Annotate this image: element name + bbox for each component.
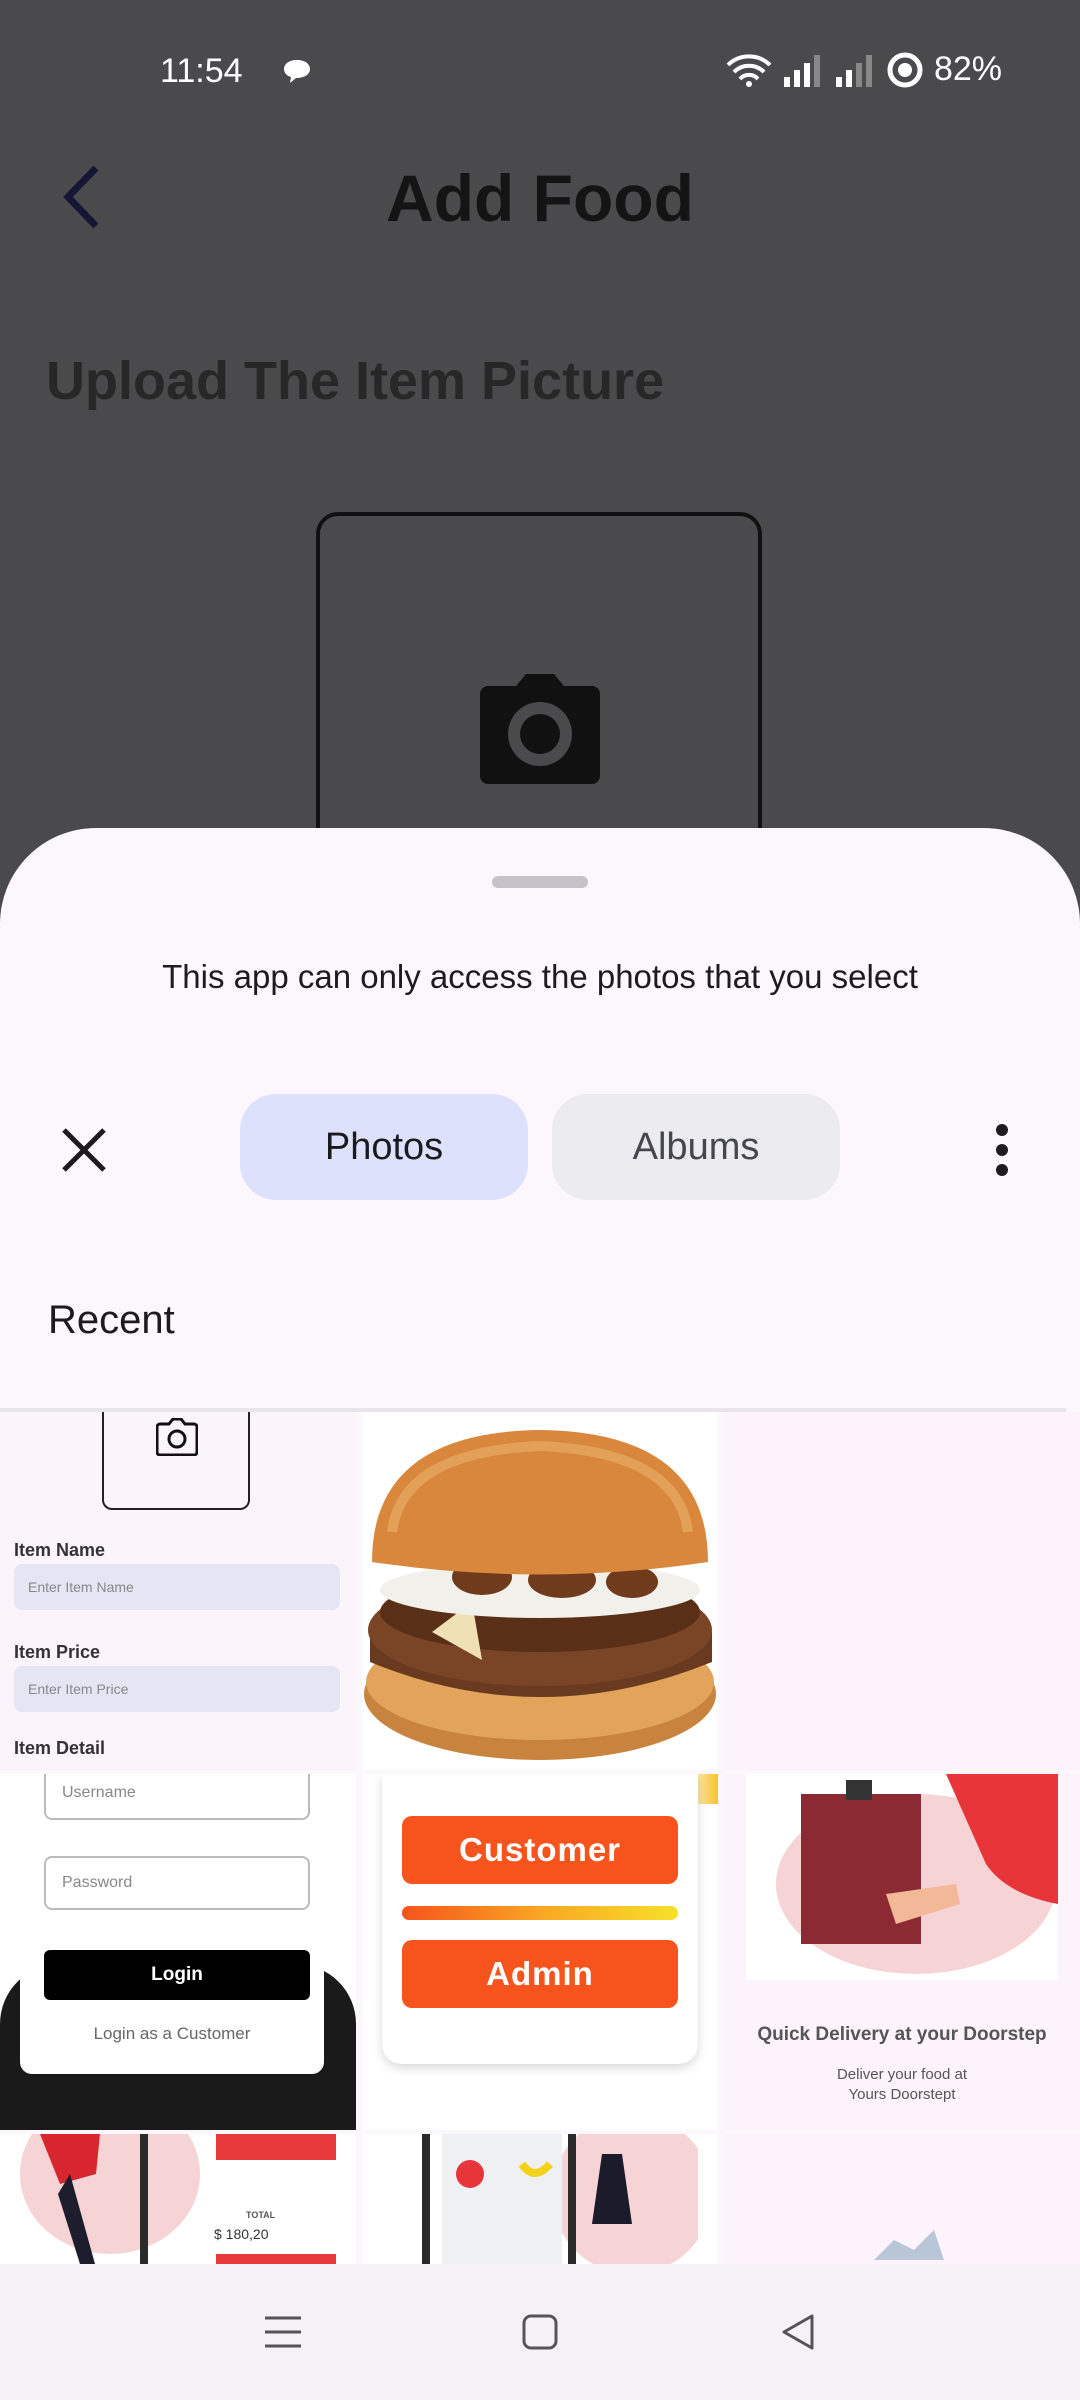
password-field: Password [44, 1856, 310, 1910]
wifi-icon [726, 53, 772, 87]
photo-thumbnail-blank[interactable] [724, 1412, 1080, 1770]
status-right: 82% [726, 50, 1002, 89]
photo-thumbnail-products[interactable] [362, 2134, 718, 2264]
photo-thumbnail-delivery[interactable]: Quick Delivery at your Doorstep Deliver … [724, 1774, 1080, 2130]
customer-login-link: Login as a Customer [93, 2024, 251, 2043]
photo-thumbnail-burger[interactable] [362, 1412, 718, 1770]
partial-graphic [874, 2230, 944, 2260]
menu-icon[interactable] [263, 2312, 303, 2352]
home-icon[interactable] [520, 2312, 560, 2352]
products-illustration [422, 2134, 698, 2264]
item-price-field: Enter Item Price [14, 1666, 340, 1712]
item-name-label: Item Name [14, 1540, 106, 1560]
gradient-bar [402, 1906, 678, 1920]
status-time: 11:54 [160, 52, 243, 90]
battery-ring-icon [887, 52, 923, 87]
item-name-field: Enter Item Name [14, 1564, 340, 1610]
tab-albums[interactable]: Albums [552, 1094, 840, 1200]
cart-total-label: TOTAL [246, 2210, 276, 2220]
delivery-line-2: Yours Doorstept [848, 2086, 956, 2103]
photo-thumbnail-cart[interactable]: TOTAL $ 180,20 [0, 2134, 356, 2264]
upload-heading: Upload The Item Picture [46, 351, 665, 411]
signal-icon-2 [835, 54, 872, 87]
more-options-icon[interactable] [990, 1120, 1014, 1180]
status-bar: 11:54 82% [0, 0, 1080, 140]
username-field: Username [44, 1774, 310, 1820]
close-icon[interactable] [54, 1120, 114, 1180]
drag-handle[interactable] [492, 876, 588, 888]
customer-button: Customer [402, 1816, 678, 1884]
cart-total-value: $ 180,20 [214, 2226, 269, 2242]
delivery-line-1: Deliver your food at [836, 2066, 968, 2083]
photo-thumbnail-roles[interactable]: Customer Admin [362, 1774, 718, 2130]
item-price-label: Item Price [14, 1642, 101, 1662]
delivery-illustration [776, 1774, 1058, 1974]
signal-icon [783, 54, 820, 87]
battery-level: 82% [933, 50, 1002, 88]
cart-illustration [20, 2134, 336, 2264]
photo-thumbnail-partial[interactable] [724, 2134, 1080, 2264]
photo-thumbnail-form[interactable]: Item Name Enter Item Name Item Price Ent… [0, 1412, 356, 1770]
tab-photos[interactable]: Photos [240, 1094, 528, 1200]
access-notice: This app can only access the photos that… [162, 958, 918, 995]
delivery-title: Quick Delivery at your Doorstep [757, 2024, 1047, 2045]
photo-thumbnail-login[interactable]: Username Password Login Login as a Custo… [0, 1774, 356, 2130]
login-button: Login [44, 1950, 310, 2000]
item-detail-label: Item Detail [14, 1738, 106, 1758]
burger-image [364, 1430, 716, 1760]
section-title: Recent [48, 1298, 175, 1342]
admin-button: Admin [402, 1940, 678, 2008]
camera-icon [156, 1418, 198, 1456]
back-icon[interactable] [778, 2312, 818, 2352]
camera-icon [480, 674, 600, 784]
page-title: Add Food [386, 161, 694, 235]
chat-bubble-icon [284, 60, 310, 83]
